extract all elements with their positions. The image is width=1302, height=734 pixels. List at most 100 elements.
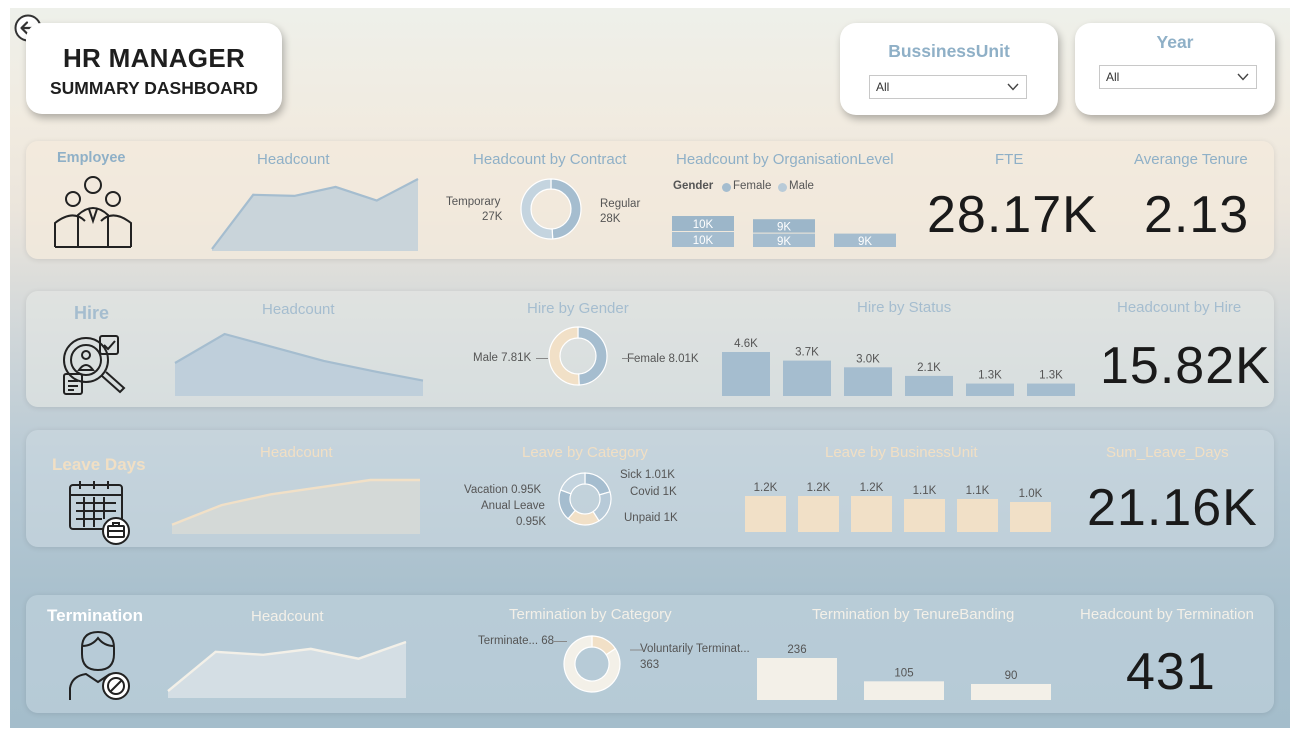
termination-by-tenurebanding-bar-1: [864, 681, 944, 700]
termination-headcount-chart: [167, 640, 407, 698]
page-subtitle: SUMMARY DASHBOARD: [49, 78, 259, 98]
hire-by-status-label-2: 3.0K: [856, 353, 880, 365]
hire-by-status-label-0: 4.6K: [734, 338, 758, 350]
hire-gender-female-label: Female 8.01K: [627, 353, 699, 365]
hire-gender-leader-lines: [536, 358, 636, 359]
leave-by-businessunit-bar-0: [745, 496, 786, 532]
year-value: All: [1106, 70, 1120, 84]
hire-headcount-title: Headcount: [262, 301, 335, 318]
leave-covid-label: Covid 1K: [630, 486, 677, 498]
leave-headcount-area: [172, 480, 420, 534]
hire-status-bar-chart: 4.6K 3.7K 3.0K 2.1K 1.3K 1.3K: [722, 338, 1075, 396]
headcount-by-orglevel-label-male-0: 10K: [693, 219, 714, 231]
hire-headcount-chart: [174, 332, 424, 396]
termination-kpi-title: Headcount by Termination: [1080, 606, 1254, 623]
termination-by-tenurebanding-label-0: 236: [787, 644, 806, 656]
leave-bu-bar-chart: 1.2K 1.2K 1.2K 1.1K 1.1K 1.0K: [745, 482, 1051, 532]
hire-by-status-bar-1: [783, 360, 831, 396]
hire-gender-donut-chart: [548, 326, 608, 386]
business-unit-slicer: BussinessUnit All: [840, 23, 1058, 115]
leave-bu-title: Leave by BusinessUnit: [825, 444, 978, 461]
contract-regular-value: 28K: [600, 213, 621, 225]
leave-headcount-title: Headcount: [260, 444, 333, 461]
termination-voluntary-label: Voluntarily Terminat...: [640, 643, 750, 655]
termination-leader-lines: [554, 641, 644, 651]
fte-title: FTE: [995, 151, 1024, 168]
termination-involuntary-label: Terminate... 68: [478, 635, 555, 647]
termination-section-label: Termination: [47, 606, 144, 625]
termination-kpi-value: 431: [1126, 643, 1216, 701]
leave-by-businessunit-bar-1: [798, 496, 839, 532]
hire-by-gender-slice-0: [577, 326, 608, 386]
leave-by-category-slice-4: [559, 472, 586, 495]
team-icon: [54, 176, 132, 248]
hire-kpi-value: 15.82K: [1100, 337, 1271, 395]
chevron-down-icon: [1237, 73, 1249, 81]
headcount-by-orglevel-label-female-2: 9K: [858, 236, 872, 248]
termination-headcount-title: Headcount: [251, 608, 324, 625]
hire-by-status-bar-2: [844, 367, 892, 396]
contract-temporary-label: Temporary: [446, 196, 501, 208]
leave-by-businessunit-label-4: 1.1K: [966, 485, 990, 497]
headcount-by-orglevel-label-male-1: 9K: [777, 221, 791, 233]
year-dropdown[interactable]: All: [1099, 65, 1257, 89]
page-title: HR MANAGER: [62, 43, 246, 73]
hire-gender-male-label: Male 7.81K: [473, 352, 532, 364]
leave-annual-value: 0.95K: [516, 516, 547, 528]
year-slicer: Year All: [1075, 23, 1275, 115]
headcount-by-orglevel-label-female-0: 10K: [693, 235, 714, 247]
termination-voluntary-value: 363: [640, 659, 660, 671]
headcount-by-orglevel-label-female-1: 9K: [777, 236, 791, 248]
hire-headcount-area: [175, 334, 423, 396]
fte-value: 28.17K: [927, 186, 1098, 244]
hire-status-title: Hire by Status: [857, 299, 952, 316]
contract-donut-chart: [520, 178, 582, 240]
orglevel-stacked-bar-chart: 10K 10K 9K 9K 9K: [672, 216, 896, 248]
male-legend-marker: [778, 183, 787, 192]
leave-by-businessunit-label-5: 1.0K: [1019, 488, 1043, 500]
hire-by-status-label-1: 3.7K: [795, 347, 819, 359]
leave-section-label: Leave Days: [52, 455, 146, 474]
termination-by-tenurebanding-bar-0: [757, 658, 837, 700]
hire-gender-title: Hire by Gender: [527, 300, 629, 317]
leave-by-businessunit-bar-5: [1010, 502, 1051, 532]
gender-legend-title: Gender: [673, 180, 714, 192]
tenure-title: Averange Tenure: [1134, 151, 1248, 168]
tenure-value: 2.13: [1144, 186, 1250, 244]
termination-headcount-area: [168, 642, 406, 698]
contract-temporary-value: 27K: [482, 211, 503, 223]
leave-by-businessunit-bar-3: [904, 499, 945, 532]
female-legend-marker: [722, 183, 731, 192]
employee-section-label: Employee: [57, 150, 126, 166]
calendar-icon: [69, 481, 130, 545]
leave-vacation-label: Vacation 0.95K: [464, 484, 542, 496]
leave-sick-label: Sick 1.01K: [620, 469, 675, 481]
hire-by-status-label-5: 1.3K: [1039, 370, 1063, 382]
leave-by-businessunit-label-2: 1.2K: [860, 482, 884, 494]
year-slicer-title: Year: [1156, 32, 1194, 52]
hire-by-status-bar-4: [966, 383, 1014, 396]
hire-section-label: Hire: [74, 303, 110, 323]
employee-headcount-chart: [211, 178, 419, 251]
hire-by-status-bar-0: [722, 352, 770, 396]
termination-category-title: Termination by Category: [509, 606, 672, 623]
female-legend-label: Female: [733, 180, 772, 192]
title-card: HR MANAGER SUMMARY DASHBOARD: [26, 23, 282, 114]
leave-kpi-title: Sum_Leave_Days: [1106, 444, 1229, 461]
leave-annual-label: Anual Leave: [481, 500, 545, 512]
chevron-down-icon: [1007, 83, 1019, 91]
termination-tenure-bar-chart: 236 105 90: [757, 644, 1051, 700]
leave-unpaid-label: Unpaid 1K: [624, 512, 678, 524]
leave-kpi-value: 21.16K: [1087, 479, 1258, 537]
leave-category-donut-chart: [558, 472, 612, 526]
business-unit-dropdown[interactable]: All: [869, 75, 1027, 99]
recruitment-icon: [63, 335, 126, 395]
contract-chart-title: Headcount by Contract: [473, 151, 627, 168]
termination-by-tenurebanding-label-2: 90: [1005, 670, 1018, 682]
leave-by-businessunit-bar-4: [957, 499, 998, 532]
leave-category-title: Leave by Category: [522, 444, 648, 461]
orglevel-chart-title: Headcount by OrganisationLevel: [676, 151, 894, 168]
leave-by-businessunit-label-1: 1.2K: [807, 482, 831, 494]
leave-by-businessunit-label-3: 1.1K: [913, 485, 937, 497]
leave-by-businessunit-label-0: 1.2K: [754, 482, 778, 494]
